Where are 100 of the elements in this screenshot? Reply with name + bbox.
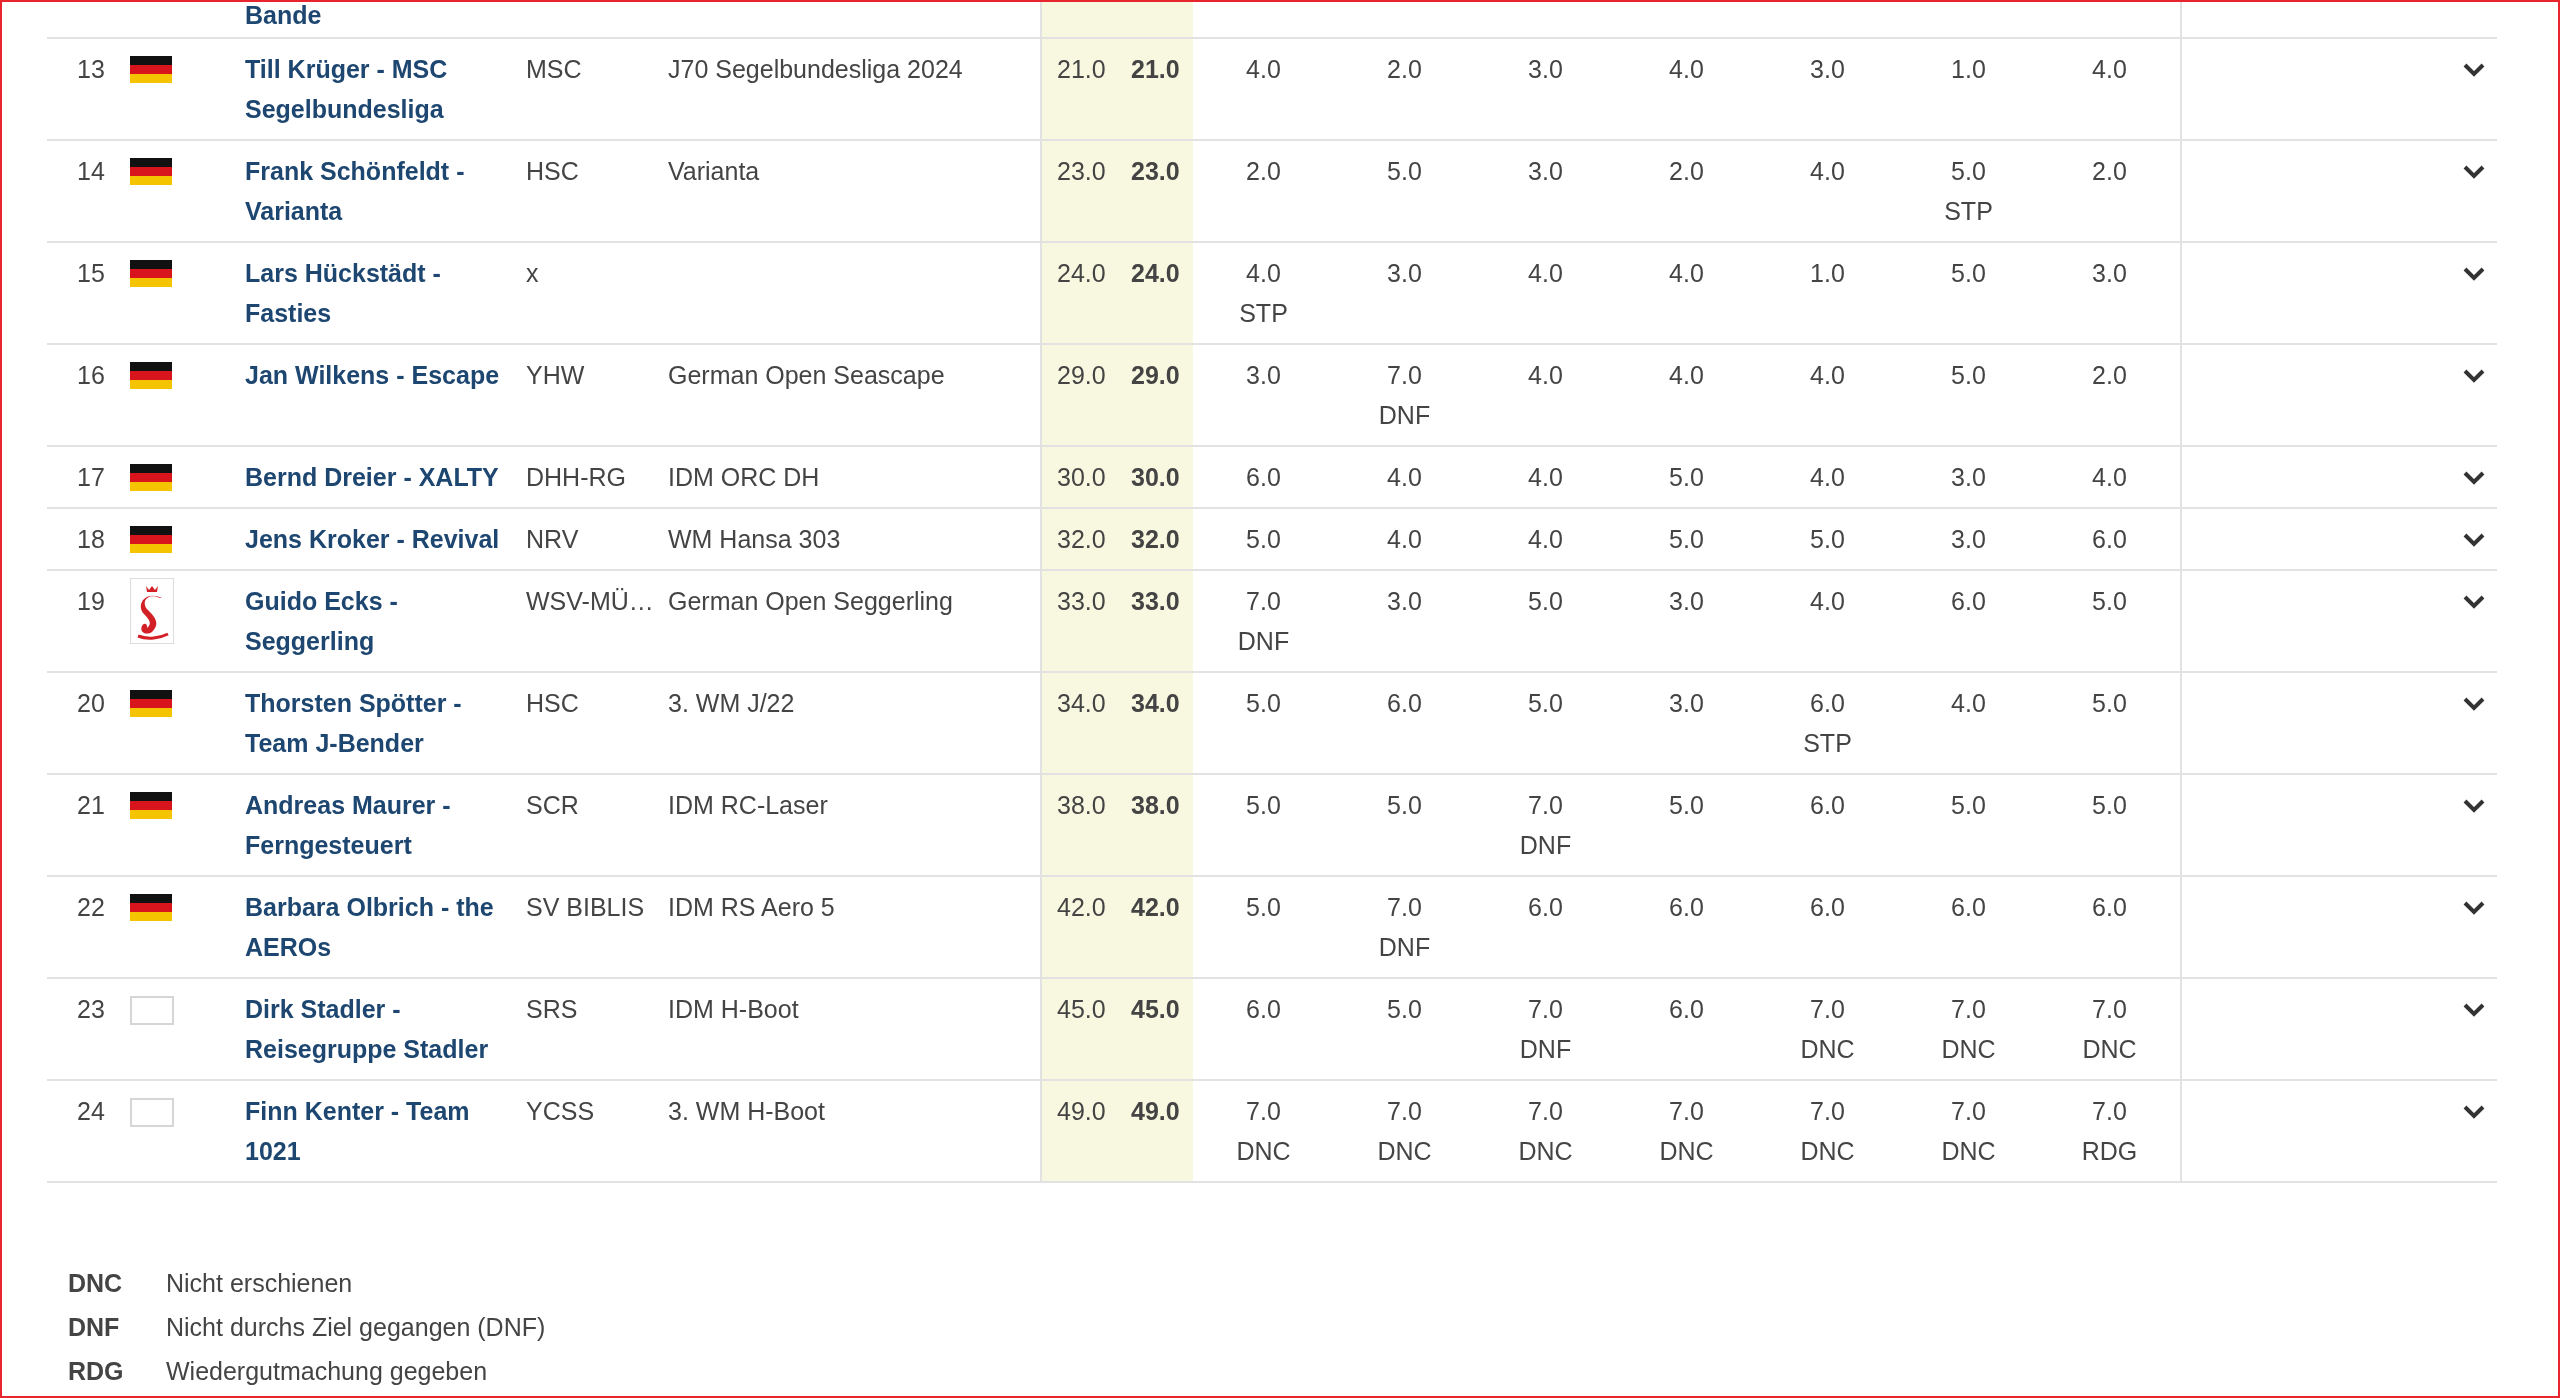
total-points-cell: 45.0 (1040, 979, 1116, 1079)
race-score-cell-text: 4.0 (1669, 54, 1704, 85)
chevron-down-icon[interactable] (2463, 369, 2485, 383)
sailor-name-link[interactable]: Andreas Maurer - Ferngesteuert (245, 775, 526, 875)
rank-cell-text: 21 (76, 790, 106, 821)
race-score-cell-text: 4.0 (1810, 586, 1845, 617)
total-points-cell: 23.0 (1040, 141, 1116, 241)
rank-cell-text: 19 (76, 586, 106, 617)
net-points-cell: 30.0 (1116, 447, 1193, 507)
sailor-name-link[interactable]: Thorsten Spötter - Team J-Bender (245, 673, 526, 773)
chevron-down-icon[interactable] (2463, 799, 2485, 813)
race-score-cell-text: 6.0 (1246, 994, 1281, 1025)
chevron-down-icon[interactable] (2463, 165, 2485, 179)
race-score-cell-text: 5.0 (1669, 524, 1704, 555)
total-points-cell: 29.0 (1040, 345, 1116, 445)
race-score-cell-text: 4.0 (1528, 360, 1563, 391)
boat-cell-text: IDM RS Aero 5 (668, 892, 836, 923)
net-points-cell: 24.0 (1116, 243, 1193, 343)
race-score-cell-text: 7.0 DNC (1941, 994, 1996, 1065)
race-score-cell-text: 7.0 DNC (1518, 1096, 1573, 1167)
chevron-down-icon[interactable] (2463, 595, 2485, 609)
club-cell-text: MSC (526, 54, 583, 85)
race-score-cell-text: 7.0 DNF (1378, 360, 1431, 431)
race-score-cell-text: 4.0 (1951, 688, 1986, 719)
sailor-name-link[interactable]: Dirk Stadler - Reisegruppe Stadler (245, 979, 526, 1079)
race-score-cell-text: 5.0 (1246, 524, 1281, 555)
race-score-cell-text: 1.0 (1810, 258, 1845, 289)
sailor-name-link[interactable]: Guido Ecks - Seggerling (245, 571, 526, 671)
club-cell-text: HSC (526, 688, 580, 719)
legend-description: Nicht erschienen (166, 1268, 353, 1299)
race-score-cell-text: 4.0 (1528, 258, 1563, 289)
club-cell-text: WSV-MÜ… (526, 586, 655, 617)
race-score-cell-text: 4.0 (1669, 360, 1704, 391)
net-points-cell: 32.0 (1116, 509, 1193, 569)
boat-cell-text: 3. WM J/22 (668, 688, 796, 719)
race-score-cell-text: 2.0 (2092, 360, 2127, 391)
race-score-cell-text: 4.0 (1528, 462, 1563, 493)
sailor-name-link[interactable]: Barbara Olbrich - the AEROs (245, 877, 526, 977)
sailor-name-link[interactable]: Jens Kroker - Revival (245, 509, 526, 569)
race-score-cell-text: 4.0 STP (1239, 258, 1288, 329)
race-score-cell-text: 4.0 (1810, 360, 1845, 391)
net-points-cell: 23.0 (1116, 141, 1193, 241)
chevron-down-icon[interactable] (2463, 533, 2485, 547)
race-score-cell-text: 7.0 DNC (1236, 1096, 1291, 1167)
legend-code: DNC (68, 1268, 124, 1299)
race-score-cell-text: 5.0 (1669, 462, 1704, 493)
chevron-down-icon[interactable] (2463, 1003, 2485, 1017)
sailor-name-link[interactable]: Till Krüger - MSC Segelbundesliga (245, 39, 526, 139)
sailor-name-link[interactable]: Bande (245, 2, 322, 29)
chevron-down-icon[interactable] (2463, 63, 2485, 77)
race-score-cell-text: 3.0 (1951, 524, 1986, 555)
club-cell-text: NRV (526, 524, 580, 555)
club-cell-text: YCSS (526, 1096, 596, 1127)
sailor-name-link[interactable]: Jan Wilkens - Escape (245, 345, 526, 445)
race-score-cell-text: 6.0 (1246, 462, 1281, 493)
net-points-cell: 33.0 (1116, 571, 1193, 671)
sailor-name-link[interactable]: Bernd Dreier - XALTY (245, 447, 526, 507)
race-score-cell-text: 5.0 STP (1944, 156, 1993, 227)
race-score-cell-text: 5.0 (2092, 790, 2127, 821)
race-score-cell-text: 3.0 (1810, 54, 1845, 85)
race-score-cell-text: 7.0 DNC (1377, 1096, 1432, 1167)
boat-cell-text: Varianta (668, 156, 761, 187)
sailor-name-link[interactable]: Frank Schönfeldt - Varianta (245, 141, 526, 241)
race-score-cell-text: 7.0 DNF (1519, 790, 1572, 861)
race-score-cell-text: 3.0 (1951, 462, 1986, 493)
rank-cell-text: 14 (76, 156, 106, 187)
race-score-cell-text: 4.0 (1246, 54, 1281, 85)
race-score-cell-text: 3.0 (1669, 688, 1704, 719)
legend-description: Wiedergutmachung gegeben (166, 1356, 488, 1387)
race-score-cell-text: 5.0 (1387, 156, 1422, 187)
sailor-name-link[interactable]: Finn Kenter - Team 1021 (245, 1081, 526, 1181)
sailor-name-link[interactable]: Lars Hückstädt - Fasties (245, 243, 526, 343)
chevron-down-icon[interactable] (2463, 901, 2485, 915)
rank-cell-text: 22 (76, 892, 106, 923)
club-cell-text: HSC (526, 156, 580, 187)
chevron-down-icon[interactable] (2463, 471, 2485, 485)
net-points-cell: 29.0 (1116, 345, 1193, 445)
race-score-cell-text: 4.0 (1669, 258, 1704, 289)
race-score-cell-text: 4.0 (1387, 462, 1422, 493)
chevron-down-icon[interactable] (2463, 1105, 2485, 1119)
race-score-cell-text: 4.0 (2092, 462, 2127, 493)
boat-cell-text: IDM H-Boot (668, 994, 800, 1025)
race-score-cell-text: 5.0 (1951, 360, 1986, 391)
chevron-down-icon[interactable] (2463, 697, 2485, 711)
race-score-cell-text: 5.0 (2092, 688, 2127, 719)
race-score-cell-text: 7.0 DNC (1659, 1096, 1714, 1167)
total-points-cell: 32.0 (1040, 509, 1116, 569)
net-points-cell: 45.0 (1116, 979, 1193, 1079)
rank-cell-text: 18 (76, 524, 106, 555)
boat-cell-text: J70 Segelbundesliga 2024 (668, 54, 964, 85)
race-score-cell-text: 6.0 (1669, 892, 1704, 923)
race-score-cell-text: 6.0 (1951, 586, 1986, 617)
club-cell-text: SCR (526, 790, 580, 821)
boat-cell-text: German Open Seggerling (668, 586, 954, 617)
boat-cell-text: WM Hansa 303 (668, 524, 842, 555)
race-score-cell-text: 5.0 (1810, 524, 1845, 555)
race-score-cell-text: 7.0 DNC (1800, 994, 1855, 1065)
race-score-cell-text: 6.0 (2092, 892, 2127, 923)
total-points-cell: 30.0 (1040, 447, 1116, 507)
chevron-down-icon[interactable] (2463, 267, 2485, 281)
